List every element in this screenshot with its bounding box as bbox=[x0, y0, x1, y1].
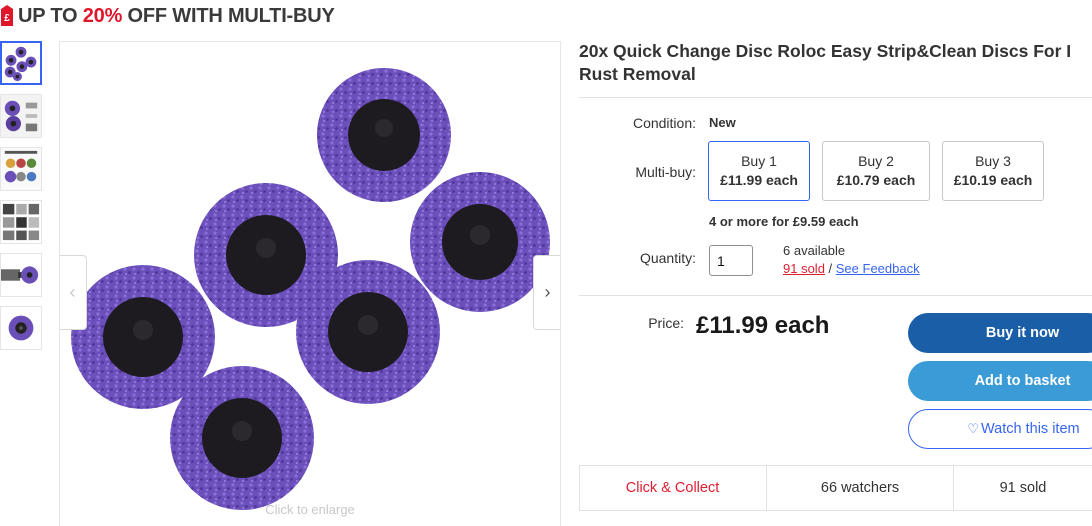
watch-item-button[interactable]: ♡ Watch this item bbox=[908, 409, 1092, 449]
condition-value: New bbox=[709, 115, 736, 130]
item-stats-row: Click & Collect 66 watchers 91 sold bbox=[579, 466, 1092, 510]
thumbnail-1[interactable] bbox=[0, 41, 42, 85]
product-photo-discs bbox=[71, 68, 550, 510]
promo-suffix: OFF WITH MULTI-BUY bbox=[122, 4, 335, 27]
multibuy-price: £10.79 each bbox=[836, 172, 916, 188]
sold-feedback-line: 91 sold / See Feedback bbox=[783, 261, 920, 276]
multibuy-option-buy-2[interactable]: Buy 2 £10.79 each bbox=[822, 141, 930, 201]
promo-banner: £ UP TO 20% OFF WITH MULTI-BUY bbox=[0, 2, 335, 30]
watchers-stat: 66 watchers bbox=[767, 466, 954, 510]
quantity-label: Quantity: bbox=[639, 250, 696, 266]
multibuy-option-buy-1[interactable]: Buy 1 £11.99 each bbox=[708, 141, 810, 201]
see-feedback-link[interactable]: See Feedback bbox=[836, 261, 920, 276]
divider bbox=[579, 295, 1092, 296]
separator: / bbox=[824, 261, 836, 276]
multibuy-price: £11.99 each bbox=[720, 172, 798, 188]
item-title: 20x Quick Change Disc Roloc Easy Strip&C… bbox=[579, 40, 1092, 86]
watch-item-label: Watch this item bbox=[981, 421, 1080, 437]
multibuy-option-buy-3[interactable]: Buy 3 £10.19 each bbox=[942, 141, 1044, 201]
add-to-basket-label: Add to basket bbox=[974, 373, 1071, 389]
multibuy-qty: Buy 1 bbox=[741, 153, 777, 169]
promo-percent: 20% bbox=[82, 4, 123, 27]
heart-icon: ♡ bbox=[967, 421, 980, 436]
quantity-input[interactable] bbox=[709, 245, 753, 276]
buy-it-now-button[interactable]: Buy it now bbox=[908, 313, 1092, 353]
divider bbox=[579, 97, 1092, 98]
chevron-right-icon: › bbox=[544, 282, 551, 302]
click-to-enlarge-hint: Click to enlarge bbox=[265, 502, 355, 517]
available-count: 6 available bbox=[783, 243, 846, 258]
divider bbox=[579, 510, 1092, 511]
multibuy-price: £10.19 each bbox=[953, 172, 1033, 188]
item-title-line-1: 20x Quick Change Disc Roloc Easy Strip&C… bbox=[579, 41, 1072, 61]
multibuy-more-text: 4 or more for £9.59 each bbox=[709, 214, 859, 229]
multibuy-label: Multi-buy: bbox=[635, 164, 696, 180]
multibuy-qty: Buy 3 bbox=[975, 153, 1011, 169]
add-to-basket-button[interactable]: Add to basket bbox=[908, 361, 1092, 401]
buy-it-now-label: Buy it now bbox=[985, 325, 1060, 341]
sold-stat: 91 sold bbox=[999, 480, 1047, 496]
thumbnail-6[interactable] bbox=[0, 306, 42, 350]
svg-text:£: £ bbox=[4, 13, 10, 24]
price-value: £11.99 each bbox=[696, 312, 830, 339]
promo-text: UP TO 20% OFF WITH MULTI-BUY bbox=[18, 5, 335, 28]
click-collect-stat: Click & Collect bbox=[579, 466, 767, 510]
item-title-line-2: Rust Removal bbox=[579, 64, 696, 84]
prev-image-button[interactable]: ‹ bbox=[60, 255, 87, 330]
price-label: Price: bbox=[648, 315, 684, 331]
thumbnail-4[interactable] bbox=[0, 200, 42, 244]
thumbnail-5[interactable] bbox=[0, 253, 42, 297]
thumbnail-2[interactable] bbox=[0, 94, 42, 138]
condition-label: Condition: bbox=[632, 115, 696, 131]
promo-prefix: UP TO bbox=[18, 4, 83, 27]
price-tag-icon: £ bbox=[1, 5, 13, 26]
sold-count-link[interactable]: 91 sold bbox=[783, 261, 825, 276]
chevron-left-icon: ‹ bbox=[69, 282, 76, 302]
thumbnail-3[interactable] bbox=[0, 147, 42, 191]
multibuy-qty: Buy 2 bbox=[858, 153, 894, 169]
thumbnail-strip bbox=[0, 41, 44, 359]
next-image-button[interactable]: › bbox=[533, 255, 560, 330]
main-product-image[interactable]: ‹ › Click to enlarge bbox=[59, 41, 561, 526]
